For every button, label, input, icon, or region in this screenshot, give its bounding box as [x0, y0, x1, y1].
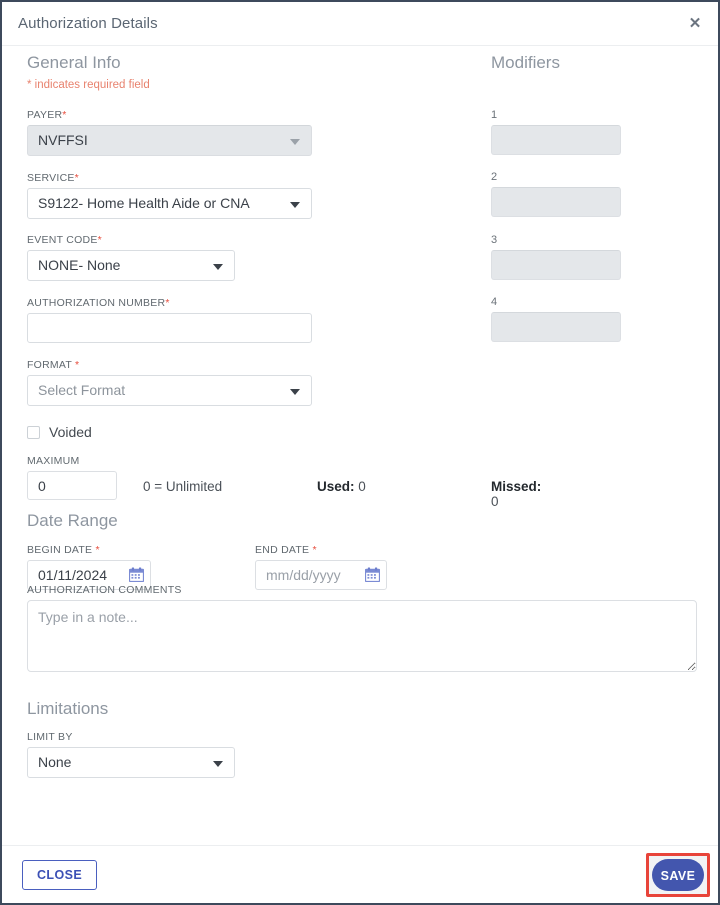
payer-select[interactable]: NVFFSI: [27, 125, 312, 156]
calendar-icon[interactable]: [128, 567, 145, 583]
modifier-2-input[interactable]: [491, 187, 621, 217]
limit-by-value: None: [38, 754, 72, 770]
general-info-heading: General Info: [27, 53, 121, 72]
format-value: Select Format: [38, 382, 126, 398]
required-field-note: * indicates required field: [27, 79, 150, 91]
field-format: FORMAT * Select Format: [27, 359, 312, 406]
maximum-label: MAXIMUM: [27, 455, 80, 467]
authorization-comments-label: AUTHORIZATION COMMENTS: [27, 584, 182, 596]
format-select[interactable]: Select Format: [27, 375, 312, 406]
modifiers-heading: Modifiers: [491, 53, 560, 72]
used-stat: Used: 0: [317, 479, 366, 494]
begin-date-label: BEGIN DATE *: [27, 544, 100, 556]
payer-label: PAYER*: [27, 109, 67, 121]
required-asterisk: *: [165, 297, 170, 309]
field-modifier-3: 3: [491, 234, 621, 280]
service-value: S9122- Home Health Aide or CNA: [38, 195, 250, 211]
voided-checkbox[interactable]: [27, 425, 40, 439]
required-asterisk: *: [62, 109, 67, 121]
field-modifier-2: 2: [491, 171, 621, 217]
field-payer: PAYER* NVFFSI: [27, 109, 312, 156]
used-label: Used:: [317, 479, 355, 494]
authorization-details-dialog: Authorization Details ✕ * indicates requ…: [0, 0, 720, 905]
used-value: 0: [358, 479, 366, 494]
payer-value: NVFFSI: [38, 132, 88, 148]
field-modifier-4: 4: [491, 296, 621, 342]
limit-by-select[interactable]: None: [27, 747, 235, 778]
chevron-down-icon: [213, 264, 223, 270]
missed-value: 0: [491, 494, 499, 509]
authorization-number-label: AUTHORIZATION NUMBER*: [27, 297, 170, 309]
modifier-3-input[interactable]: [491, 250, 621, 280]
event-code-label: EVENT CODE*: [27, 234, 102, 246]
field-limit-by: LIMIT BY None: [27, 731, 235, 778]
field-authorization-number: AUTHORIZATION NUMBER*: [27, 297, 312, 343]
chevron-down-icon: [290, 389, 300, 395]
close-icon[interactable]: ✕: [684, 13, 706, 35]
modifier-1-input[interactable]: [491, 125, 621, 155]
chevron-down-icon: [290, 139, 300, 145]
modifier-4-label: 4: [491, 296, 498, 308]
modifier-2-label: 2: [491, 171, 498, 183]
unlimited-hint: 0 = Unlimited: [143, 479, 223, 494]
voided-label: Voided: [49, 424, 92, 440]
service-select[interactable]: S9122- Home Health Aide or CNA: [27, 188, 312, 219]
required-asterisk: *: [74, 172, 80, 184]
modifier-1-label: 1: [491, 109, 498, 121]
field-service: SERVICE* S9122- Home Health Aide or CNA: [27, 172, 312, 219]
authorization-number-input[interactable]: [27, 313, 312, 343]
field-event-code: EVENT CODE* NONE- None: [27, 234, 235, 281]
chevron-down-icon: [290, 202, 300, 208]
field-modifier-1: 1: [491, 109, 621, 155]
field-maximum: MAXIMUM: [27, 455, 117, 500]
event-code-value: NONE- None: [38, 257, 121, 273]
event-code-select[interactable]: NONE- None: [27, 250, 235, 281]
dialog-footer: CLOSE SAVE: [2, 845, 718, 903]
modifier-3-label: 3: [491, 234, 498, 246]
field-voided[interactable]: Voided: [27, 424, 92, 440]
dialog-titlebar: Authorization Details ✕: [2, 2, 718, 46]
end-date-label: END DATE *: [255, 544, 317, 556]
service-label: SERVICE*: [27, 172, 80, 184]
required-asterisk: *: [97, 234, 102, 246]
required-asterisk: *: [312, 544, 317, 556]
required-asterisk: *: [75, 359, 80, 371]
limit-by-label: LIMIT BY: [27, 731, 73, 743]
missed-stat: Missed: 0: [491, 479, 541, 509]
calendar-icon[interactable]: [364, 567, 381, 583]
chevron-down-icon: [213, 761, 223, 767]
format-label: FORMAT *: [27, 359, 80, 371]
limitations-heading: Limitations: [27, 699, 109, 718]
date-range-heading: Date Range: [27, 511, 118, 530]
field-authorization-comments: AUTHORIZATION COMMENTS: [27, 584, 697, 677]
maximum-input[interactable]: [27, 471, 117, 500]
authorization-comments-textarea[interactable]: [27, 600, 697, 672]
close-button[interactable]: CLOSE: [22, 860, 98, 890]
missed-label: Missed:: [491, 479, 542, 494]
save-button[interactable]: SAVE: [652, 859, 704, 891]
dialog-title: Authorization Details: [18, 15, 158, 32]
required-asterisk: *: [95, 544, 100, 556]
modifier-4-input[interactable]: [491, 312, 621, 342]
dialog-body: * indicates required field General Info …: [2, 46, 718, 846]
